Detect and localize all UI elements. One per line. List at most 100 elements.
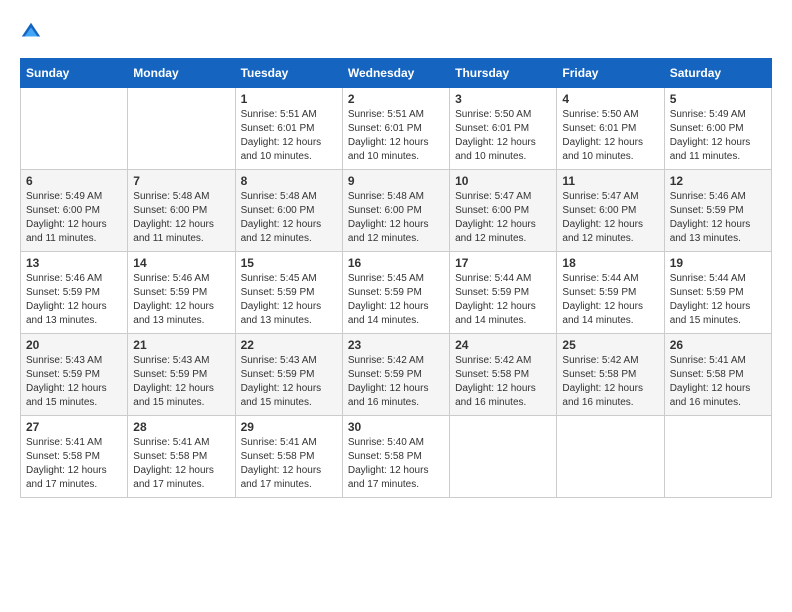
day-number: 23	[348, 338, 444, 352]
calendar-cell: 6 Sunrise: 5:49 AMSunset: 6:00 PMDaylight…	[21, 170, 128, 252]
day-info: Sunrise: 5:41 AMSunset: 5:58 PMDaylight:…	[133, 436, 229, 492]
day-info: Sunrise: 5:42 AMSunset: 5:58 PMDaylight:…	[455, 354, 551, 410]
day-number: 29	[241, 420, 337, 434]
header-wednesday: Wednesday	[342, 59, 449, 88]
day-number: 8	[241, 174, 337, 188]
calendar-cell	[557, 416, 664, 498]
day-info: Sunrise: 5:44 AMSunset: 5:59 PMDaylight:…	[455, 272, 551, 328]
day-info: Sunrise: 5:42 AMSunset: 5:59 PMDaylight:…	[348, 354, 444, 410]
calendar-cell: 27Sunrise: 5:41 AMSunset: 5:58 PMDayligh…	[21, 416, 128, 498]
day-info: Sunrise: 5:43 AMSunset: 5:59 PMDaylight:…	[133, 354, 229, 410]
calendar-cell: 19Sunrise: 5:44 AMSunset: 5:59 PMDayligh…	[664, 252, 771, 334]
week-row-1: 6 Sunrise: 5:49 AMSunset: 6:00 PMDaylight…	[21, 170, 772, 252]
header-monday: Monday	[128, 59, 235, 88]
day-info: Sunrise: 5:50 AMSunset: 6:01 PMDaylight:…	[455, 108, 551, 164]
day-number: 11	[562, 174, 658, 188]
day-info: Sunrise: 5:48 AMSunset: 6:00 PMDaylight:…	[241, 190, 337, 246]
week-row-4: 27Sunrise: 5:41 AMSunset: 5:58 PMDayligh…	[21, 416, 772, 498]
header-tuesday: Tuesday	[235, 59, 342, 88]
logo-icon	[20, 20, 42, 42]
day-number: 28	[133, 420, 229, 434]
day-number: 13	[26, 256, 122, 270]
day-number: 18	[562, 256, 658, 270]
day-number: 6	[26, 174, 122, 188]
calendar-cell: 26 Sunrise: 5:41 AMSunset: 5:58 PMDayligh…	[664, 334, 771, 416]
calendar-cell: 13 Sunrise: 5:46 AMSunset: 5:59 PMDayligh…	[21, 252, 128, 334]
week-row-3: 20 Sunrise: 5:43 AMSunset: 5:59 PMDayligh…	[21, 334, 772, 416]
day-number: 1	[241, 92, 337, 106]
calendar-cell: 14 Sunrise: 5:46 AMSunset: 5:59 PMDayligh…	[128, 252, 235, 334]
calendar-cell: 25Sunrise: 5:42 AMSunset: 5:58 PMDayligh…	[557, 334, 664, 416]
day-info: Sunrise: 5:44 AMSunset: 5:59 PMDaylight:…	[670, 272, 766, 328]
calendar-cell	[21, 88, 128, 170]
day-number: 10	[455, 174, 551, 188]
day-info: Sunrise: 5:46 AMSunset: 5:59 PMDaylight:…	[670, 190, 766, 246]
header-sunday: Sunday	[21, 59, 128, 88]
calendar-cell: 9Sunrise: 5:48 AMSunset: 6:00 PMDaylight…	[342, 170, 449, 252]
week-row-2: 13 Sunrise: 5:46 AMSunset: 5:59 PMDayligh…	[21, 252, 772, 334]
calendar-cell: 20Sunrise: 5:43 AMSunset: 5:59 PMDayligh…	[21, 334, 128, 416]
calendar-cell	[128, 88, 235, 170]
calendar-cell: 3 Sunrise: 5:50 AMSunset: 6:01 PMDaylight…	[450, 88, 557, 170]
calendar-cell: 7 Sunrise: 5:48 AMSunset: 6:00 PMDaylight…	[128, 170, 235, 252]
calendar-cell: 4 Sunrise: 5:50 AMSunset: 6:01 PMDaylight…	[557, 88, 664, 170]
calendar-cell: 16 Sunrise: 5:45 AMSunset: 5:59 PMDayligh…	[342, 252, 449, 334]
day-info: Sunrise: 5:47 AMSunset: 6:00 PMDaylight:…	[562, 190, 658, 246]
calendar-cell	[450, 416, 557, 498]
calendar-cell: 22 Sunrise: 5:43 AMSunset: 5:59 PMDayligh…	[235, 334, 342, 416]
day-info: Sunrise: 5:45 AMSunset: 5:59 PMDaylight:…	[241, 272, 337, 328]
calendar-header-row: SundayMondayTuesdayWednesdayThursdayFrid…	[21, 59, 772, 88]
day-number: 26	[670, 338, 766, 352]
day-number: 14	[133, 256, 229, 270]
day-number: 20	[26, 338, 122, 352]
header	[20, 20, 772, 42]
day-info: Sunrise: 5:46 AMSunset: 5:59 PMDaylight:…	[26, 272, 122, 328]
week-row-0: 1 Sunrise: 5:51 AMSunset: 6:01 PMDaylight…	[21, 88, 772, 170]
day-number: 7	[133, 174, 229, 188]
calendar-cell	[664, 416, 771, 498]
day-info: Sunrise: 5:48 AMSunset: 6:00 PMDaylight:…	[133, 190, 229, 246]
day-info: Sunrise: 5:40 AMSunset: 5:58 PMDaylight:…	[348, 436, 444, 492]
logo	[20, 20, 46, 42]
day-number: 17	[455, 256, 551, 270]
calendar-cell: 21 Sunrise: 5:43 AMSunset: 5:59 PMDayligh…	[128, 334, 235, 416]
calendar-cell: 18 Sunrise: 5:44 AMSunset: 5:59 PMDayligh…	[557, 252, 664, 334]
day-number: 16	[348, 256, 444, 270]
day-number: 25	[562, 338, 658, 352]
calendar-cell: 23 Sunrise: 5:42 AMSunset: 5:59 PMDayligh…	[342, 334, 449, 416]
calendar-cell: 17 Sunrise: 5:44 AMSunset: 5:59 PMDayligh…	[450, 252, 557, 334]
calendar-cell: 5 Sunrise: 5:49 AMSunset: 6:00 PMDaylight…	[664, 88, 771, 170]
calendar-cell: 29 Sunrise: 5:41 AMSunset: 5:58 PMDayligh…	[235, 416, 342, 498]
day-number: 4	[562, 92, 658, 106]
day-number: 15	[241, 256, 337, 270]
day-info: Sunrise: 5:41 AMSunset: 5:58 PMDaylight:…	[670, 354, 766, 410]
day-info: Sunrise: 5:41 AMSunset: 5:58 PMDaylight:…	[241, 436, 337, 492]
calendar-cell: 10 Sunrise: 5:47 AMSunset: 6:00 PMDayligh…	[450, 170, 557, 252]
day-info: Sunrise: 5:51 AMSunset: 6:01 PMDaylight:…	[241, 108, 337, 164]
calendar-table: SundayMondayTuesdayWednesdayThursdayFrid…	[20, 58, 772, 498]
calendar-cell: 1 Sunrise: 5:51 AMSunset: 6:01 PMDaylight…	[235, 88, 342, 170]
day-number: 22	[241, 338, 337, 352]
day-info: Sunrise: 5:41 AMSunset: 5:58 PMDaylight:…	[26, 436, 122, 492]
day-info: Sunrise: 5:48 AMSunset: 6:00 PMDaylight:…	[348, 190, 444, 246]
calendar-cell: 11 Sunrise: 5:47 AMSunset: 6:00 PMDayligh…	[557, 170, 664, 252]
calendar-cell: 12 Sunrise: 5:46 AMSunset: 5:59 PMDayligh…	[664, 170, 771, 252]
day-info: Sunrise: 5:45 AMSunset: 5:59 PMDaylight:…	[348, 272, 444, 328]
day-number: 24	[455, 338, 551, 352]
day-info: Sunrise: 5:49 AMSunset: 6:00 PMDaylight:…	[26, 190, 122, 246]
day-number: 30	[348, 420, 444, 434]
day-info: Sunrise: 5:46 AMSunset: 5:59 PMDaylight:…	[133, 272, 229, 328]
day-info: Sunrise: 5:51 AMSunset: 6:01 PMDaylight:…	[348, 108, 444, 164]
day-info: Sunrise: 5:44 AMSunset: 5:59 PMDaylight:…	[562, 272, 658, 328]
calendar-cell: 2Sunrise: 5:51 AMSunset: 6:01 PMDaylight…	[342, 88, 449, 170]
day-info: Sunrise: 5:49 AMSunset: 6:00 PMDaylight:…	[670, 108, 766, 164]
day-number: 3	[455, 92, 551, 106]
day-number: 12	[670, 174, 766, 188]
day-info: Sunrise: 5:43 AMSunset: 5:59 PMDaylight:…	[241, 354, 337, 410]
day-number: 5	[670, 92, 766, 106]
day-info: Sunrise: 5:50 AMSunset: 6:01 PMDaylight:…	[562, 108, 658, 164]
header-thursday: Thursday	[450, 59, 557, 88]
day-info: Sunrise: 5:47 AMSunset: 6:00 PMDaylight:…	[455, 190, 551, 246]
header-friday: Friday	[557, 59, 664, 88]
day-number: 21	[133, 338, 229, 352]
